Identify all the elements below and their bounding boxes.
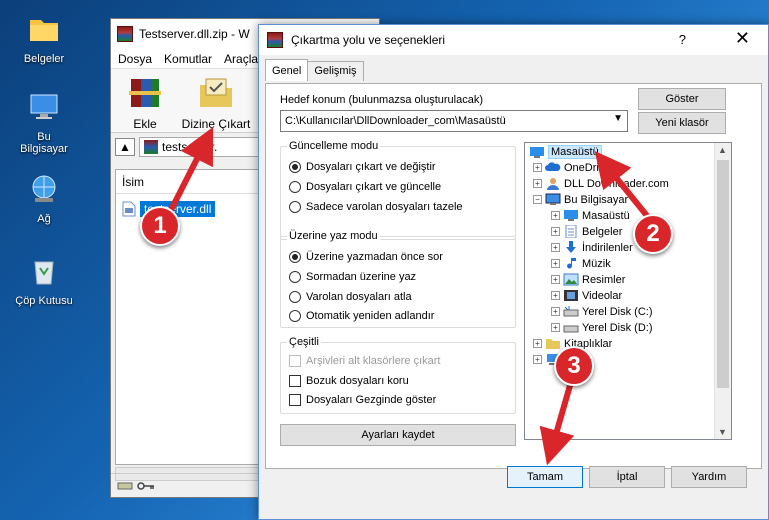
- tutorial-arrows: [167, 126, 655, 466]
- step-marker-1: 1: [140, 206, 180, 246]
- arrow-to-desktop: [594, 150, 655, 225]
- arrow-to-ok: [539, 372, 576, 466]
- arrow-to-extract: [167, 126, 214, 215]
- step-marker-2: 2: [633, 214, 673, 254]
- step-marker-3: 3: [554, 346, 594, 386]
